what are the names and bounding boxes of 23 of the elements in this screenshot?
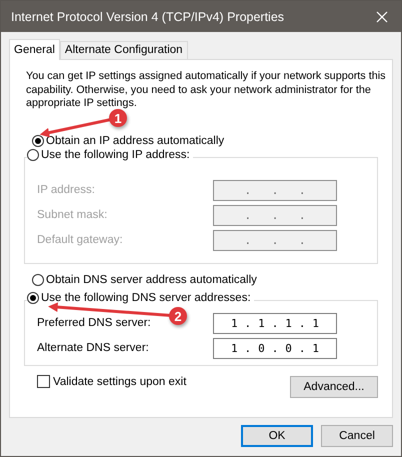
field-label: Alternate DNS server: bbox=[37, 342, 150, 354]
dialog-button[interactable]: OK bbox=[241, 425, 313, 447]
radio-icon[interactable] bbox=[27, 292, 39, 304]
radio-icon[interactable] bbox=[27, 148, 39, 160]
field-label: Default gateway: bbox=[37, 234, 124, 246]
window-title: Internet Protocol Version 4 (TCP/IPv4) Properties bbox=[11, 10, 286, 24]
dialog-button[interactable]: Cancel bbox=[321, 425, 393, 447]
tab[interactable]: Alternate Configuration bbox=[60, 41, 188, 59]
close-icon[interactable] bbox=[376, 10, 388, 22]
field-label: Subnet mask: bbox=[37, 209, 108, 221]
ip-address-field[interactable]: 1 . 0 . 0 . 1 bbox=[213, 338, 337, 358]
radio-option[interactable]: Obtain DNS server address automatically bbox=[32, 274, 257, 286]
radio-icon[interactable] bbox=[32, 274, 44, 286]
field-label: Preferred DNS server: bbox=[37, 317, 152, 329]
field-label: IP address: bbox=[37, 184, 96, 196]
checkbox-label: Validate settings upon exit bbox=[53, 376, 186, 388]
radio-option[interactable]: Obtain an IP address automatically bbox=[32, 134, 224, 146]
advanced-button[interactable]: Advanced... bbox=[290, 376, 378, 398]
radio-icon[interactable] bbox=[32, 134, 44, 146]
ip-address-field[interactable]: 1 . 1 . 1 . 1 bbox=[213, 312, 337, 334]
description-text: You can get IP settings assigned automatically if your network supports this capability. Otherwise, you need to ask your network administrator for the appropriate IP settings. bbox=[26, 70, 386, 110]
tab[interactable]: General bbox=[9, 39, 60, 60]
checkbox[interactable] bbox=[37, 375, 50, 388]
